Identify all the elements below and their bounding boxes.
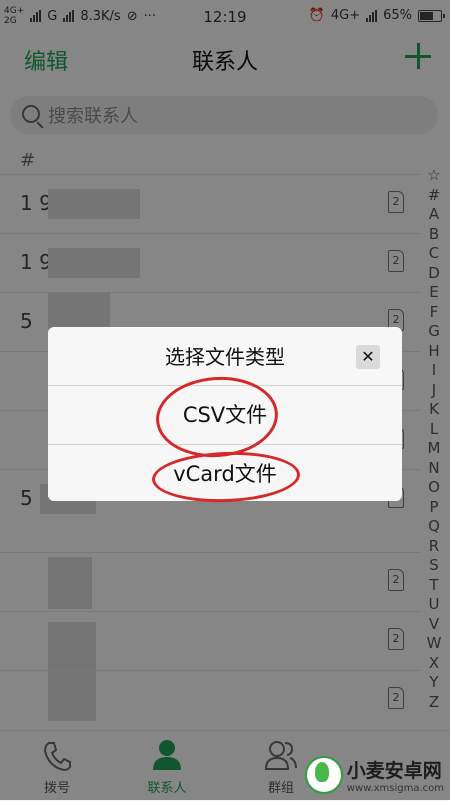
watermark-text: 小麦安卓网 www.xmsigma.com	[347, 756, 444, 794]
watermark-name: 小麦安卓网	[346, 760, 442, 782]
close-icon[interactable]: ✕	[356, 345, 380, 369]
option-csv[interactable]: CSV文件	[48, 386, 402, 444]
file-type-dialog: 选择文件类型 ✕ CSV文件 vCard文件	[48, 327, 402, 501]
option-vcard[interactable]: vCard文件	[48, 445, 402, 501]
watermark-logo-icon	[304, 756, 343, 794]
watermark-url: www.xmsigma.com	[346, 783, 444, 794]
dialog-title: 选择文件类型	[165, 345, 285, 369]
watermark: 小麦安卓网 www.xmsigma.com	[304, 756, 444, 794]
